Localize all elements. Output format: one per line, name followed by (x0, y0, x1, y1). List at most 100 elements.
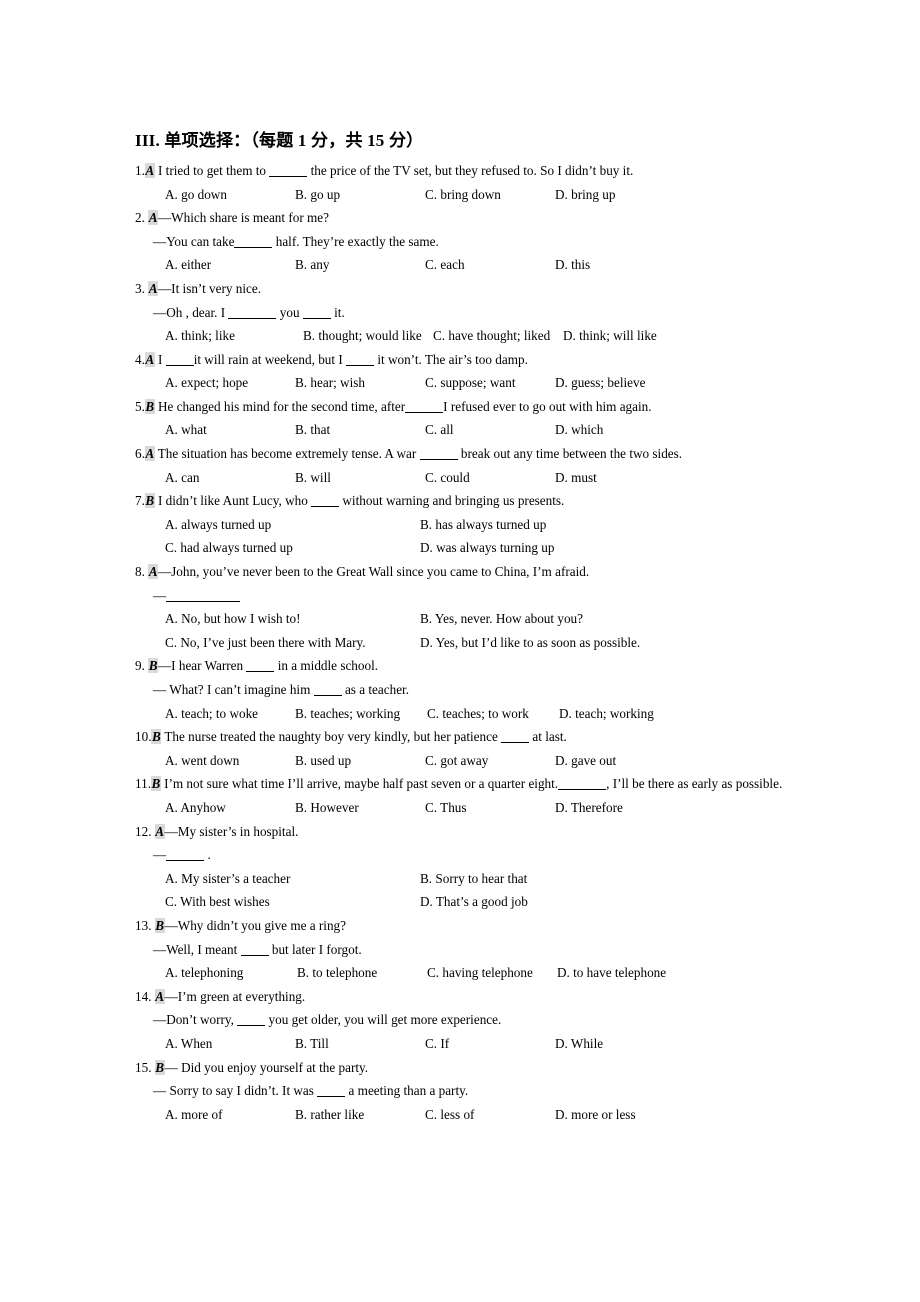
option-b[interactable]: B. go up (295, 183, 340, 207)
question-8: 8. A—John, you’ve never been to the Grea… (135, 560, 840, 654)
option-d[interactable]: D. was always turning up (420, 536, 554, 560)
option-a[interactable]: A. can (165, 466, 199, 490)
option-row-2: C. No, I’ve just been there with Mary. D… (135, 631, 840, 655)
question-7: 7.B I didn’t like Aunt Lucy, who without… (135, 489, 840, 560)
stem-text-cont: I refused ever to go out with him again. (443, 398, 652, 414)
option-c[interactable]: C. suppose; want (425, 371, 515, 395)
option-d[interactable]: D. Therefore (555, 796, 623, 820)
option-c[interactable]: C. all (425, 418, 454, 442)
stem-text-mid: it will rain at weekend, but I (193, 351, 343, 367)
question-sub-line: — Sorry to say I didn’t. It was a meetin… (135, 1079, 840, 1103)
question-1: 1.A I tried to get them to the price of … (135, 159, 840, 206)
option-b[interactable]: B. used up (295, 749, 351, 773)
option-a[interactable]: A. teach; to woke (165, 702, 258, 726)
option-a[interactable]: A. went down (165, 749, 239, 773)
option-c[interactable]: C. got away (425, 749, 488, 773)
section-heading: III. 单项选择：（每题 1 分，共 15 分） (135, 131, 424, 150)
option-b[interactable]: B. Yes, never. How about you? (420, 607, 583, 631)
option-row: A. can B. will C. could D. must (135, 466, 840, 490)
option-d[interactable]: D. think; will like (563, 324, 657, 348)
option-c[interactable]: C. teaches; to work (427, 702, 529, 726)
option-d[interactable]: D. bring up (555, 183, 615, 207)
option-c[interactable]: C. Thus (425, 796, 467, 820)
option-a[interactable]: A. telephoning (165, 961, 243, 985)
option-c[interactable]: C. had always turned up (165, 536, 293, 560)
option-c[interactable]: C. less of (425, 1103, 474, 1127)
question-number: 1. (135, 162, 145, 178)
option-d[interactable]: D. Yes, but I’d like to as soon as possi… (420, 631, 640, 655)
option-c[interactable]: C. could (425, 466, 470, 490)
option-d[interactable]: D. more or less (555, 1103, 636, 1127)
option-b[interactable]: B. any (295, 253, 329, 277)
option-a[interactable]: A. When (165, 1032, 212, 1056)
stem-text-cont: break out any time between the two sides… (460, 446, 683, 462)
option-c[interactable]: C. each (425, 253, 465, 277)
option-a[interactable]: A. think; like (165, 324, 235, 348)
option-b[interactable]: B. Till (295, 1032, 329, 1056)
exam-page: III. 单项选择：（每题 1 分，共 15 分） 1.A I tried to… (0, 0, 920, 1302)
option-a[interactable]: A. expect; hope (165, 371, 248, 395)
answer-blank (246, 671, 275, 673)
option-b[interactable]: B. hear; wish (295, 371, 365, 395)
answer-blank-2 (313, 695, 342, 696)
option-c[interactable]: C. If (425, 1032, 449, 1056)
question-number: 6. (135, 446, 145, 462)
option-c[interactable]: C. With best wishes (165, 890, 270, 914)
question-number: 13. (135, 917, 152, 933)
option-a[interactable]: A. either (165, 253, 211, 277)
option-a[interactable]: A. always turned up (165, 513, 271, 537)
option-b[interactable]: B. has always turned up (420, 513, 546, 537)
option-d[interactable]: D. teach; working (559, 702, 654, 726)
option-d[interactable]: D. which (555, 418, 603, 442)
answer-key: B (148, 658, 158, 674)
answer-key: B (151, 776, 161, 792)
option-d[interactable]: D. this (555, 253, 590, 277)
sub-text-cont: half. They’re exactly the same. (275, 233, 439, 249)
question-sub-line: —Well, I meant but later I forgot. (135, 938, 840, 962)
question-3: 3. A—It isn’t very nice. —Oh , dear. I y… (135, 277, 840, 348)
option-b[interactable]: B. will (295, 466, 331, 490)
stem-text: —I hear Warren (157, 658, 244, 674)
question-number: 8. (135, 564, 145, 580)
option-c[interactable]: C. bring down (425, 183, 501, 207)
question-number: 12. (135, 823, 152, 839)
option-a[interactable]: A. No, but how I wish to! (165, 607, 301, 631)
stem-text: I tried to get them to (157, 162, 267, 178)
stem-text: —Which share is meant for me? (157, 210, 329, 226)
option-a[interactable]: A. what (165, 418, 207, 442)
option-a[interactable]: A. Anyhow (165, 796, 226, 820)
option-b[interactable]: B. teaches; working (295, 702, 400, 726)
question-10: 10.B The nurse treated the naughty boy v… (135, 725, 840, 772)
option-b[interactable]: B. thought; would like (303, 324, 422, 348)
option-b[interactable]: B. Sorry to hear that (420, 867, 527, 891)
option-d[interactable]: D. must (555, 466, 597, 490)
question-stem: 8. A—John, you’ve never been to the Grea… (135, 560, 840, 584)
question-stem: 2. A—Which share is meant for me? (135, 206, 840, 230)
option-a[interactable]: A. My sister’s a teacher (165, 867, 290, 891)
option-a[interactable]: A. more of (165, 1103, 223, 1127)
answer-blank (405, 411, 444, 413)
sub-text: — (153, 847, 167, 863)
answer-blank (419, 459, 458, 461)
option-b[interactable]: B. rather like (295, 1103, 364, 1127)
option-d[interactable]: D. That’s a good job (420, 890, 528, 914)
option-c[interactable]: C. No, I’ve just been there with Mary. (165, 631, 366, 655)
sub-text: —Don’t worry, (153, 1012, 234, 1028)
option-b[interactable]: B. that (295, 418, 330, 442)
option-d[interactable]: D. While (555, 1032, 603, 1056)
stem-text: — Did you enjoy yourself at the party. (164, 1059, 369, 1075)
sub-text: — What? I can’t imagine him (153, 682, 311, 697)
option-b[interactable]: B. However (295, 796, 359, 820)
option-d[interactable]: D. to have telephone (557, 961, 666, 985)
option-row: A. When B. Till C. If D. While (135, 1032, 840, 1056)
option-c[interactable]: C. having telephone (427, 961, 533, 985)
question-sub-line: — What? I can’t imagine him as a teacher… (135, 678, 840, 702)
option-d[interactable]: D. gave out (555, 749, 616, 773)
option-a[interactable]: A. go down (165, 183, 227, 207)
option-b[interactable]: B. to telephone (297, 961, 377, 985)
option-c[interactable]: C. have thought; liked (433, 324, 550, 348)
stem-text: He changed his mind for the second time,… (157, 398, 406, 414)
option-d[interactable]: D. guess; believe (555, 371, 645, 395)
option-row: A. Anyhow B. However C. Thus D. Therefor… (135, 796, 840, 820)
stem-text: —Why didn’t you give me a ring? (164, 917, 346, 933)
